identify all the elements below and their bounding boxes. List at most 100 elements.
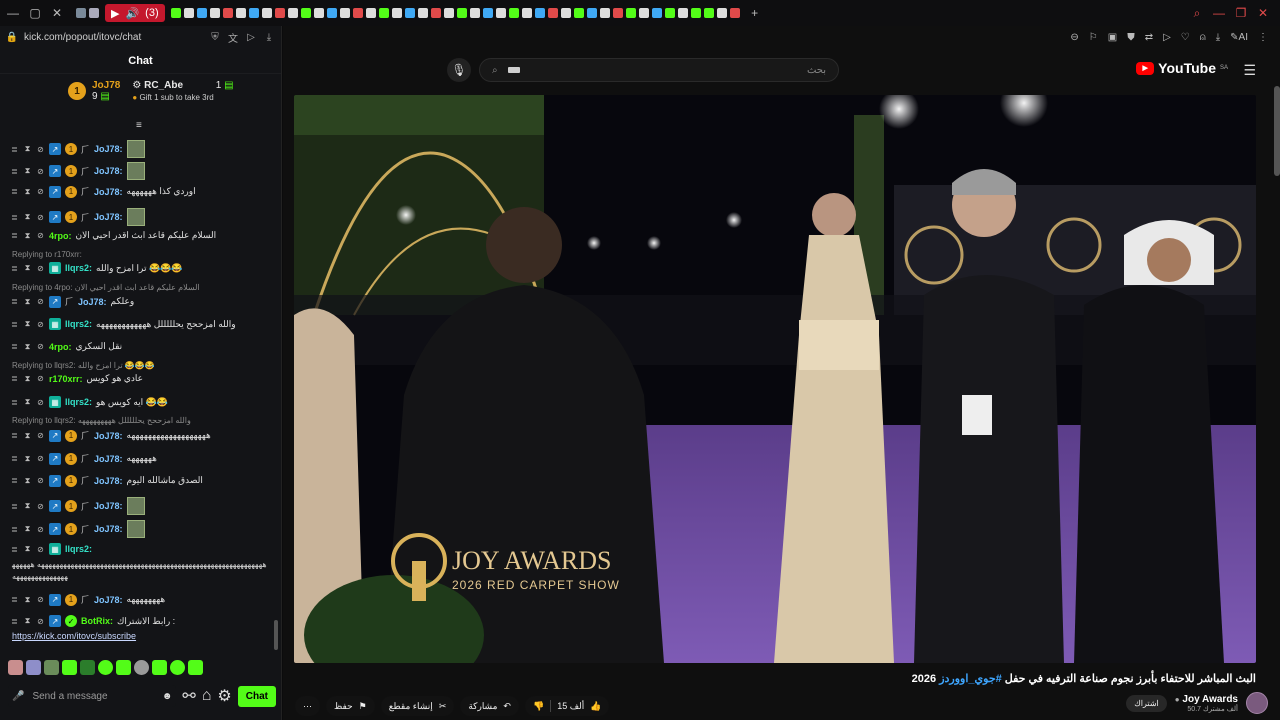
tab-favicon[interactable] xyxy=(209,8,220,18)
chat-username[interactable]: BotRix: xyxy=(81,616,113,626)
minimize-window-icon[interactable]: — xyxy=(1210,4,1228,22)
youtube-logo[interactable]: ▶ YouTube SA xyxy=(1136,60,1228,76)
tab-favicon[interactable] xyxy=(677,8,688,18)
tab-favicon[interactable] xyxy=(482,8,493,18)
timeout-icon[interactable]: ⧗ xyxy=(23,166,32,176)
pin-icon[interactable]: ≣ xyxy=(10,187,19,196)
channel-info[interactable]: ● Joy Awards 50.7 ألف مشترك xyxy=(1175,694,1238,713)
subscribe-button[interactable]: اشتراك xyxy=(1126,694,1167,712)
timeout-icon[interactable]: ⧗ xyxy=(23,397,32,407)
timeout-icon[interactable]: ⧗ xyxy=(23,144,32,154)
play-ext-icon[interactable]: ▷ xyxy=(1163,32,1171,43)
pin-icon[interactable]: ≣ xyxy=(10,476,19,485)
ban-icon[interactable]: ⊘ xyxy=(36,231,45,240)
ban-icon[interactable]: ⊘ xyxy=(36,431,45,440)
like-icon[interactable]: 👍 xyxy=(590,701,601,712)
ai-icon[interactable]: ✎AI xyxy=(1230,32,1248,43)
maximize-icon[interactable]: ▢ xyxy=(26,4,44,22)
chat-username[interactable]: llqrs2: xyxy=(65,319,92,329)
chat-message[interactable]: ≣ ⧗ ⊘ 4rpo: نقل السكري xyxy=(10,341,272,352)
search-tabs-icon[interactable]: ⌕ xyxy=(1188,4,1206,22)
timeout-icon[interactable]: ⧗ xyxy=(23,319,32,329)
ban-icon[interactable]: ⊘ xyxy=(36,595,45,604)
chat-scrollbar[interactable] xyxy=(274,620,278,650)
tab-favicon[interactable] xyxy=(430,8,441,18)
tab-favicon[interactable] xyxy=(222,8,233,18)
ban-icon[interactable]: ⊘ xyxy=(36,502,45,511)
ban-icon[interactable]: ⊘ xyxy=(36,398,45,407)
timeout-icon[interactable]: ⧗ xyxy=(23,595,32,604)
page-scrollbar[interactable] xyxy=(1274,86,1280,176)
tab-favicon[interactable] xyxy=(729,8,740,18)
chat-username[interactable]: llqrs2: xyxy=(65,397,92,407)
chat-message[interactable]: ≣ ⧗ ⊘ ↗ 1 ⺁ JoJ78: xyxy=(10,208,272,226)
gift-leaderboard[interactable]: 1 JoJ78 9 ▤ ⚙ RC_Abe 1 ▤ ● Gift 1 sub to… xyxy=(0,74,281,118)
channel-avatar[interactable] xyxy=(1246,692,1268,714)
chat-username[interactable]: JoJ78: xyxy=(94,166,123,176)
voice-search-icon[interactable]: 🎙 xyxy=(447,58,471,82)
ban-icon[interactable]: ⊘ xyxy=(36,374,45,383)
ban-icon[interactable]: ⊘ xyxy=(36,617,45,626)
share-button[interactable]: مشاركة ↶ xyxy=(460,696,519,716)
ban-icon[interactable]: ⊘ xyxy=(36,476,45,485)
emote-button[interactable] xyxy=(26,660,41,675)
settings-icon[interactable]: ⚙ xyxy=(217,686,231,706)
download-icon[interactable]: ⤓ xyxy=(1216,32,1220,43)
link-icon[interactable]: ⚯ xyxy=(182,686,195,706)
timeout-icon[interactable]: ⧗ xyxy=(23,616,32,626)
chat-username[interactable]: JoJ78: xyxy=(94,454,123,464)
search-bar[interactable]: ⌕ بحث xyxy=(479,58,839,82)
tab-favicon[interactable] xyxy=(89,8,99,18)
emote-button[interactable] xyxy=(80,660,95,675)
chat-message[interactable]: ≣ ⧗ ⊘ ↗ 1 ⺁ JoJ78: ههههههههه xyxy=(10,593,272,606)
pin-icon[interactable]: ≣ xyxy=(10,374,19,383)
save-button[interactable]: حفظ ⚑ xyxy=(326,696,375,716)
chat-message[interactable]: ≣ ⧗ ⊘ ↗ 1 ⺁ JoJ78: الصدق ماشالله اليوم xyxy=(10,474,272,487)
tab-favicon[interactable] xyxy=(365,8,376,18)
ban-icon[interactable]: ⊘ xyxy=(36,167,45,176)
pin-icon[interactable]: ≣ xyxy=(10,145,19,154)
pin-icon[interactable]: ≣ xyxy=(10,320,19,329)
emote-button[interactable] xyxy=(98,660,113,675)
tab-favicon[interactable] xyxy=(196,8,207,18)
tab-favicon[interactable] xyxy=(443,8,454,18)
tab-favicon[interactable] xyxy=(456,8,467,18)
new-tab-icon[interactable]: + xyxy=(746,4,764,22)
chat-message[interactable]: ≣ ⧗ ⊘ ↗ 1 ⺁ JoJ78: xyxy=(10,162,272,180)
reply-context[interactable]: Replying to r170xrr: xyxy=(12,250,82,259)
pin-icon[interactable]: ≣ xyxy=(10,431,19,440)
chat-message[interactable]: ≣ ⧗ ⊘ ↗ 1 ⺁ JoJ78: هههههههههههههههههههه xyxy=(10,429,272,442)
pin-icon[interactable]: ≣ xyxy=(10,264,19,273)
pin-icon[interactable]: ≣ xyxy=(10,545,19,554)
tab-favicon[interactable] xyxy=(326,8,337,18)
address-bar[interactable]: 🔒 kick.com/popout/itovc/chat ⛨ 文 ▷ ⤓ xyxy=(0,26,281,48)
chat-username[interactable]: JoJ78: xyxy=(94,144,123,154)
chat-message[interactable]: ≣ ⧗ ⊘ ↗ ⺁ JoJ78: وعلكم xyxy=(10,295,272,308)
store-icon[interactable]: ⌂ xyxy=(202,687,212,705)
tab-favicon[interactable] xyxy=(625,8,636,18)
chat-username[interactable]: JoJ78: xyxy=(94,476,123,486)
search-icon[interactable]: ⌕ xyxy=(492,65,498,76)
ban-icon[interactable]: ⊘ xyxy=(36,145,45,154)
chat-message[interactable]: ≣ ⧗ ⊘ ▦ llqrs2: xyxy=(10,543,272,555)
chat-username[interactable]: llqrs2: xyxy=(65,544,92,554)
chat-username[interactable]: JoJ78: xyxy=(94,524,123,534)
chat-message[interactable]: ≣ ⧗ ⊘ ↗ ✓ BotRix: رابط الاشتراك : xyxy=(10,615,272,627)
chat-send-button[interactable]: Chat xyxy=(237,685,276,707)
emote-button[interactable] xyxy=(116,660,131,675)
ban-icon[interactable]: ⊘ xyxy=(36,320,45,329)
tab-favicon[interactable] xyxy=(521,8,532,18)
tab-favicon[interactable] xyxy=(716,8,727,18)
tab-favicon[interactable] xyxy=(651,8,662,18)
tab-favicon[interactable] xyxy=(378,8,389,18)
emote-button[interactable] xyxy=(8,660,23,675)
chat-username[interactable]: llqrs2: xyxy=(65,263,92,273)
emote-button[interactable] xyxy=(170,660,185,675)
chat-username[interactable]: JoJ78: xyxy=(94,431,123,441)
tab-favicon[interactable] xyxy=(664,8,675,18)
ublock-icon[interactable]: ⛊ xyxy=(1127,32,1135,43)
ban-icon[interactable]: ⊘ xyxy=(36,545,45,554)
favorite-icon[interactable]: ♡ xyxy=(1181,32,1190,43)
pin-icon[interactable]: ≣ xyxy=(10,617,19,626)
reply-context[interactable]: Replying to 4rpo: السلام عليكم قاعد ابث … xyxy=(12,283,200,292)
